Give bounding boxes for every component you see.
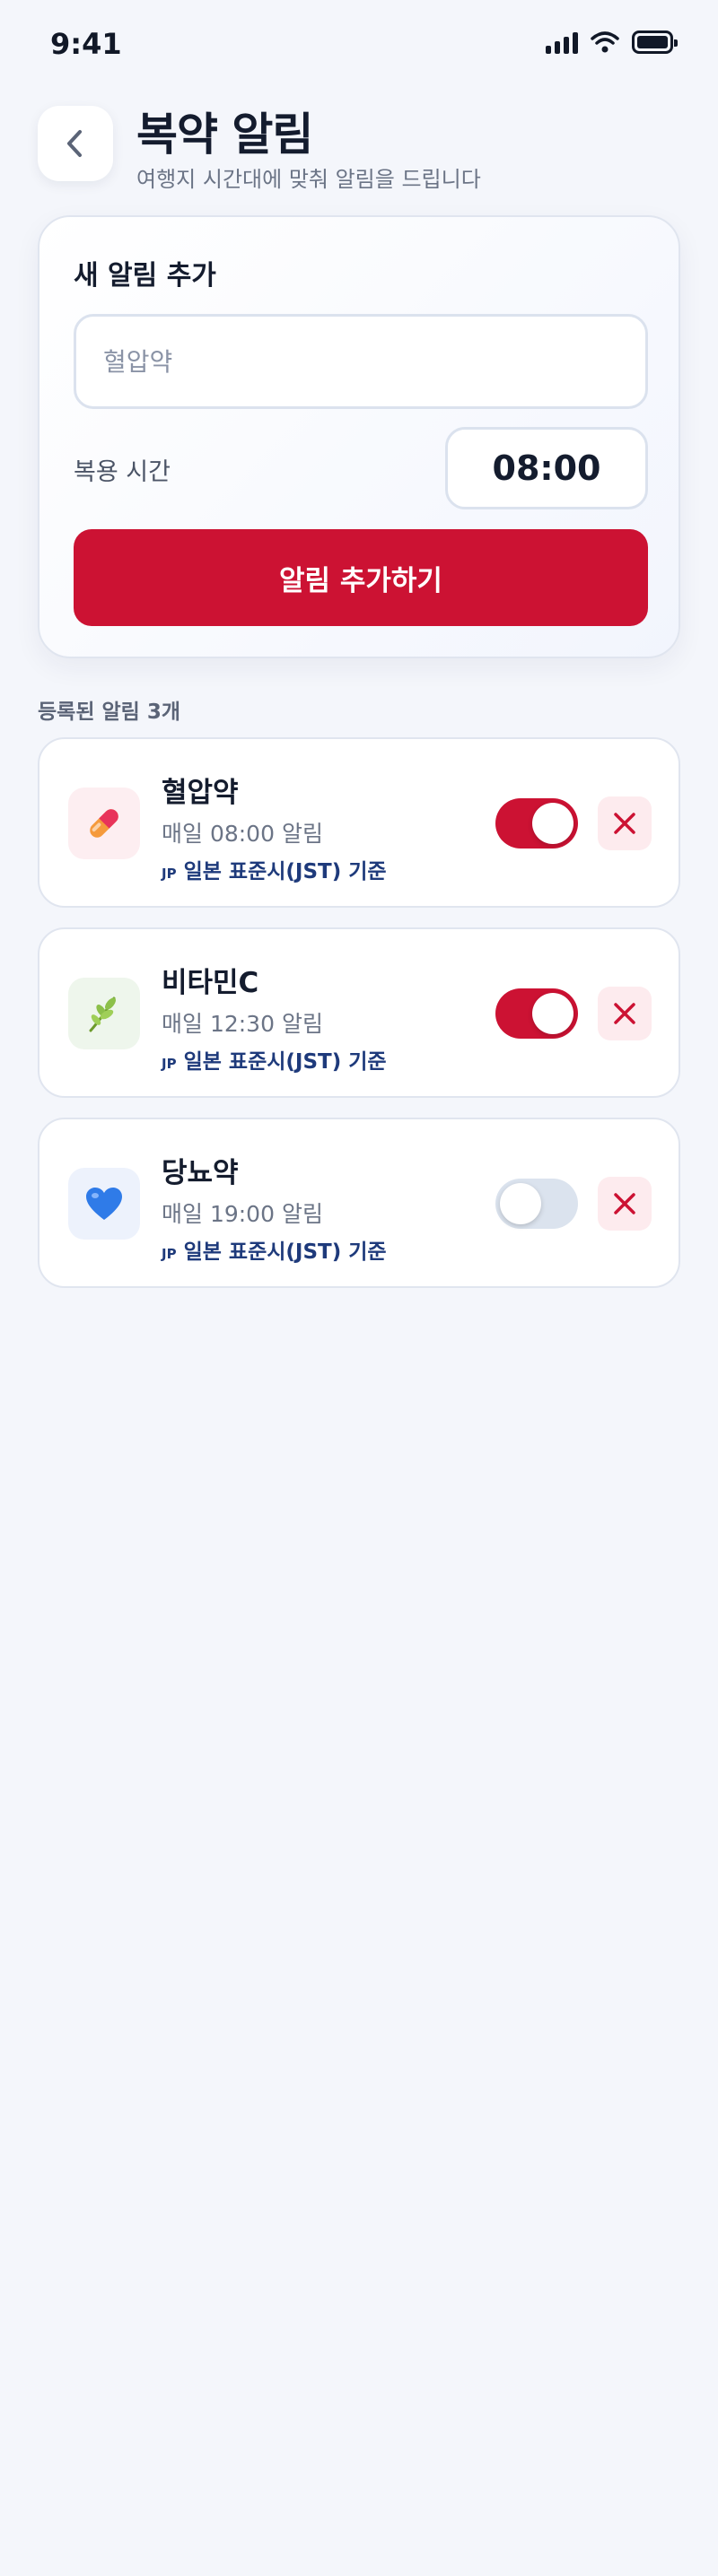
delete-alarm-button[interactable] — [598, 987, 652, 1040]
alarm-card: 비타민C 매일 12:30 알림 JP 일본 표준시(JST) 기준 — [38, 927, 680, 1098]
alarm-time: 매일 08:00 알림 — [162, 821, 323, 847]
alarm-name: 비타민C — [162, 967, 259, 999]
chevron-left-icon — [67, 130, 82, 157]
alarm-timezone: JP 일본 표준시(JST) 기준 — [162, 1234, 387, 1265]
timezone-text: 일본 표준시(JST) 기준 — [183, 860, 387, 883]
alarm-card: 혈압약 매일 08:00 알림 JP 일본 표준시(JST) 기준 — [38, 737, 680, 908]
add-alarm-card: 새 알림 추가 복용 시간 08:00 알림 추가하기 — [38, 215, 680, 658]
close-icon — [614, 1003, 635, 1024]
wifi-icon — [591, 31, 619, 53]
medication-name-input[interactable] — [74, 314, 648, 409]
status-bar: 9:41 — [0, 0, 718, 90]
add-alarm-button[interactable]: 알림 추가하기 — [74, 529, 648, 626]
signal-icon — [546, 30, 578, 54]
status-icons — [546, 30, 678, 54]
herb-icon — [89, 996, 116, 1032]
alarm-timezone: JP 일본 표준시(JST) 기준 — [162, 854, 387, 884]
alarm-icon-box — [68, 1168, 140, 1240]
dose-time-label: 복용 시간 — [74, 458, 171, 486]
alarm-timezone: JP 일본 표준시(JST) 기준 — [162, 1044, 387, 1075]
dose-time-input[interactable]: 08:00 — [445, 427, 648, 509]
alarm-name: 당뇨약 — [162, 1157, 239, 1189]
alarm-name: 혈압약 — [162, 777, 239, 809]
back-button[interactable] — [38, 106, 113, 181]
country-flag-label: JP — [162, 866, 177, 882]
timezone-text: 일본 표준시(JST) 기준 — [183, 1050, 387, 1074]
alarm-time: 매일 12:30 알림 — [162, 1011, 323, 1037]
blue-heart-icon — [86, 1188, 122, 1220]
delete-alarm-button[interactable] — [598, 1177, 652, 1231]
close-icon — [614, 1193, 635, 1214]
country-flag-label: JP — [162, 1246, 177, 1262]
alarm-toggle[interactable] — [495, 1179, 578, 1229]
alarm-icon-box — [68, 978, 140, 1049]
alarm-time: 매일 19:00 알림 — [162, 1201, 323, 1227]
country-flag-label: JP — [162, 1056, 177, 1072]
add-alarm-title: 새 알림 추가 — [74, 260, 216, 292]
status-time: 9:41 — [50, 27, 122, 61]
page-subtitle: 여행지 시간대에 맞춰 알림을 드립니다 — [136, 167, 481, 192]
delete-alarm-button[interactable] — [598, 796, 652, 850]
page-title: 복약 알림 — [136, 109, 313, 161]
alarm-toggle[interactable] — [495, 988, 578, 1039]
alarm-toggle[interactable] — [495, 798, 578, 849]
close-icon — [614, 813, 635, 834]
registered-alarms-count: 등록된 알림 3개 — [38, 701, 180, 724]
alarm-icon-box — [68, 788, 140, 859]
battery-icon — [632, 30, 678, 54]
alarm-card: 당뇨약 매일 19:00 알림 JP 일본 표준시(JST) 기준 — [38, 1118, 680, 1288]
timezone-text: 일본 표준시(JST) 기준 — [183, 1240, 387, 1264]
pill-icon — [90, 809, 118, 838]
